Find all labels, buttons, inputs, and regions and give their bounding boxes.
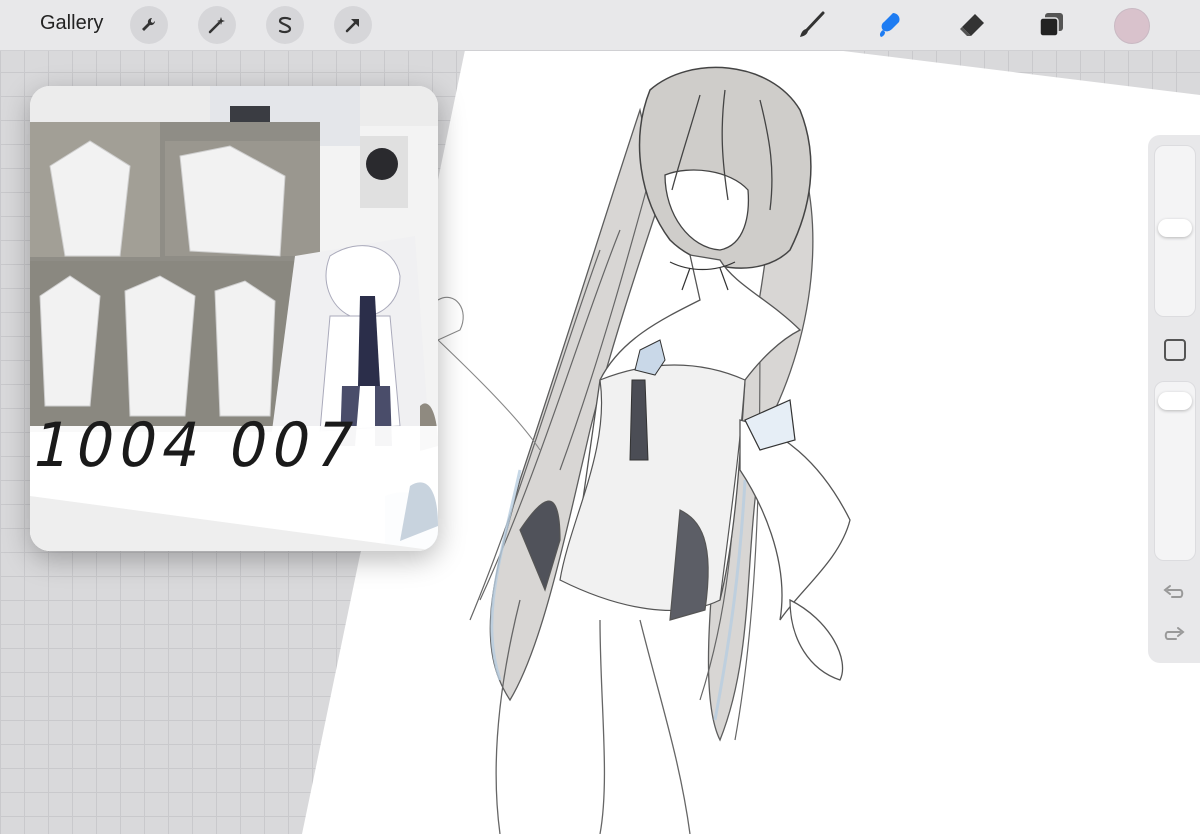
transform-button[interactable]	[334, 6, 372, 44]
guide-lines	[437, 296, 541, 451]
eraser-button[interactable]	[955, 8, 989, 42]
redo-icon[interactable]	[1162, 625, 1186, 645]
wrench-icon	[142, 17, 156, 31]
adjustments-button[interactable]	[198, 6, 236, 44]
top-toolbar: Gallery	[0, 0, 1200, 51]
brush-size-thumb[interactable]	[1158, 219, 1192, 237]
magic-wand-icon	[208, 17, 225, 34]
dress-tie	[629, 379, 649, 461]
brush-button[interactable]	[795, 8, 829, 42]
opacity-thumb[interactable]	[1158, 392, 1192, 410]
layers-button[interactable]	[1035, 8, 1069, 42]
smudge-icon	[879, 13, 900, 37]
brush-icon	[800, 11, 825, 37]
opacity-slider[interactable]	[1154, 381, 1196, 561]
selection-button[interactable]	[266, 6, 304, 44]
reference-caption: 1004 007	[30, 409, 367, 481]
reference-window[interactable]: 1004 007	[30, 86, 438, 551]
color-swatch[interactable]	[1114, 8, 1150, 44]
brush-size-slider[interactable]	[1154, 145, 1196, 317]
side-panel	[1148, 135, 1200, 663]
gallery-button[interactable]: Gallery	[40, 12, 103, 35]
actions-button[interactable]	[130, 6, 168, 44]
sleeve	[739, 419, 851, 681]
selection-s-icon	[278, 16, 292, 34]
undo-icon[interactable]	[1162, 583, 1186, 603]
smudge-button[interactable]	[873, 8, 907, 42]
modify-button[interactable]	[1164, 339, 1186, 361]
layers-icon	[1039, 13, 1063, 37]
eraser-icon	[960, 14, 984, 36]
arrow-icon	[345, 19, 359, 33]
reference-image	[30, 86, 438, 551]
